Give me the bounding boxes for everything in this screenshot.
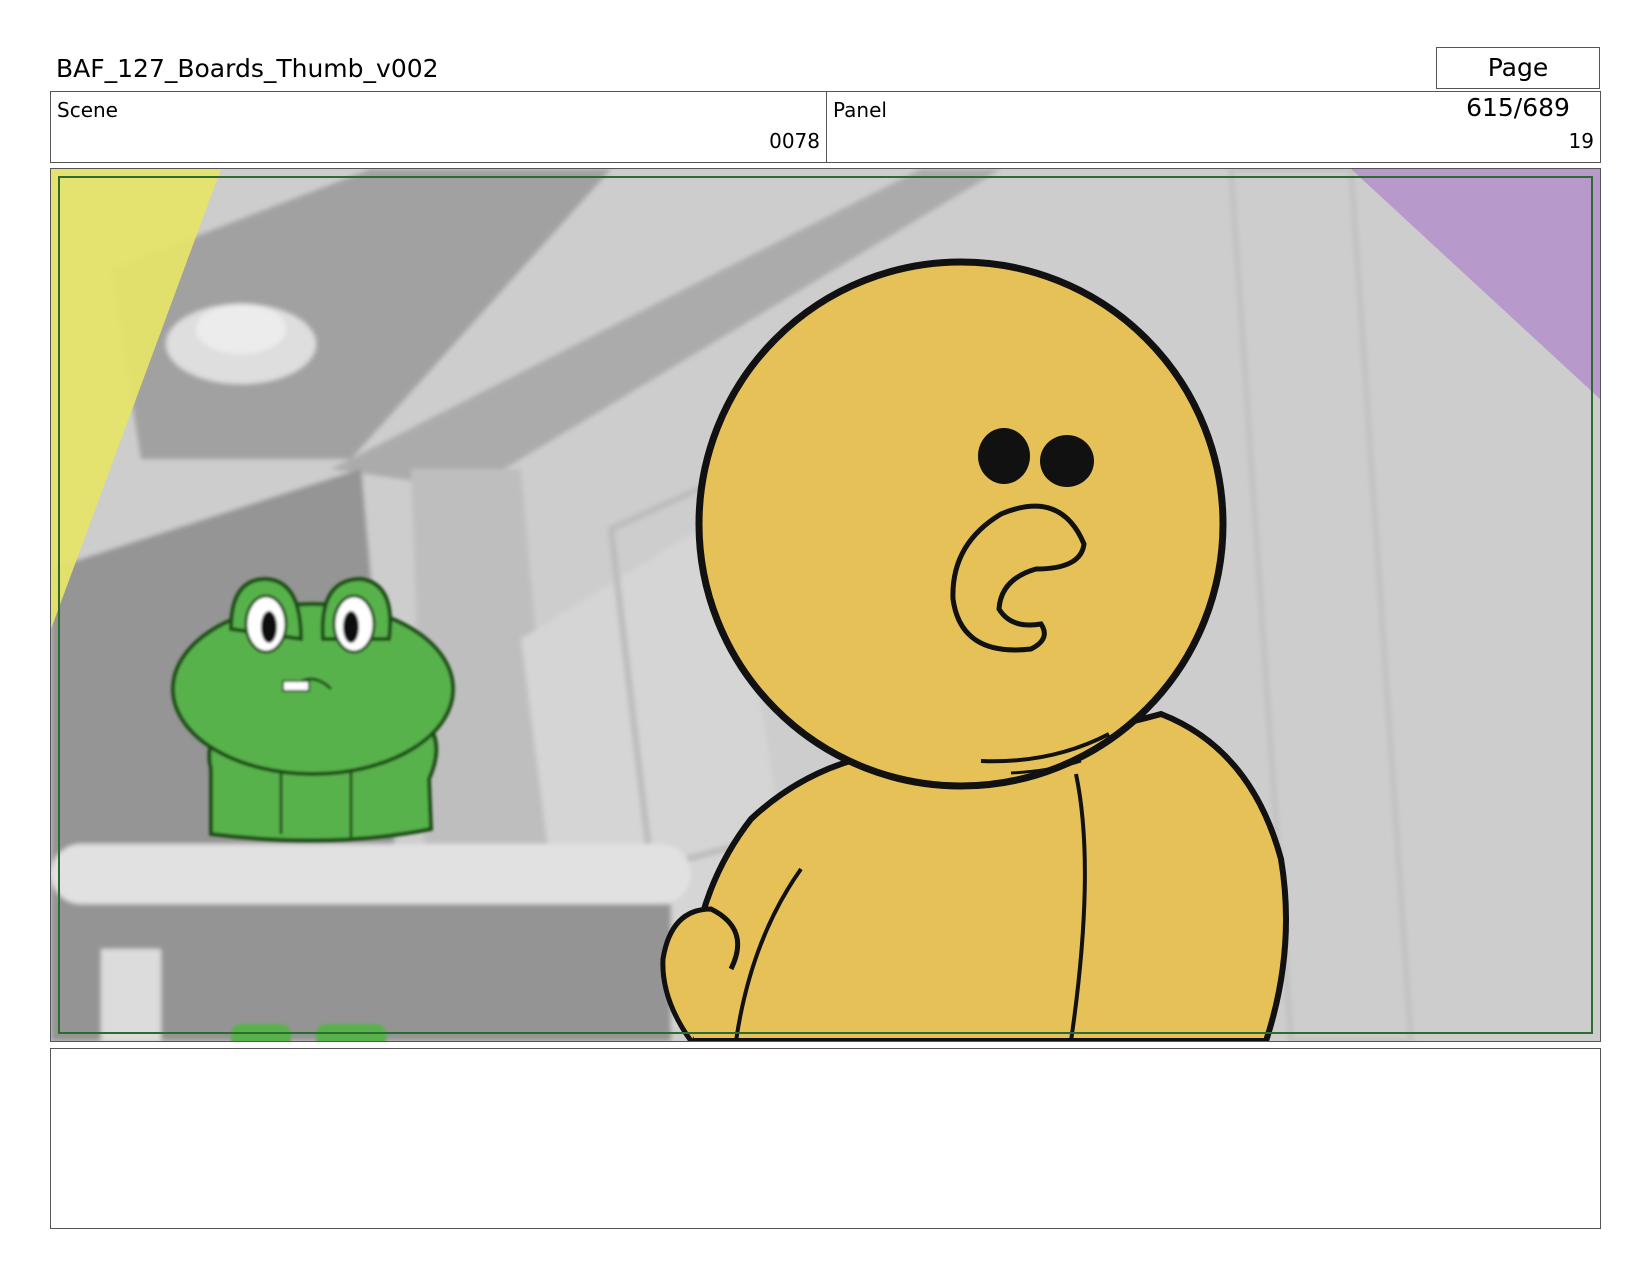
scene-cell: Scene 0078 bbox=[51, 92, 827, 162]
panel-value: 19 bbox=[1568, 129, 1594, 153]
scene-value: 0078 bbox=[769, 129, 820, 153]
document-title: BAF_127_Boards_Thumb_v002 bbox=[56, 54, 439, 83]
page-number: Page 615/689 bbox=[1436, 47, 1600, 122]
panel-cell: Panel 19 bbox=[827, 92, 1600, 162]
scene-label: Scene bbox=[57, 98, 118, 122]
notes-box bbox=[50, 1048, 1601, 1229]
storyboard-illustration bbox=[51, 169, 1600, 1041]
panel-label: Panel bbox=[833, 98, 887, 122]
scene-panel-row: Scene 0078 Panel 19 bbox=[50, 91, 1601, 163]
storyboard-frame bbox=[50, 168, 1601, 1042]
